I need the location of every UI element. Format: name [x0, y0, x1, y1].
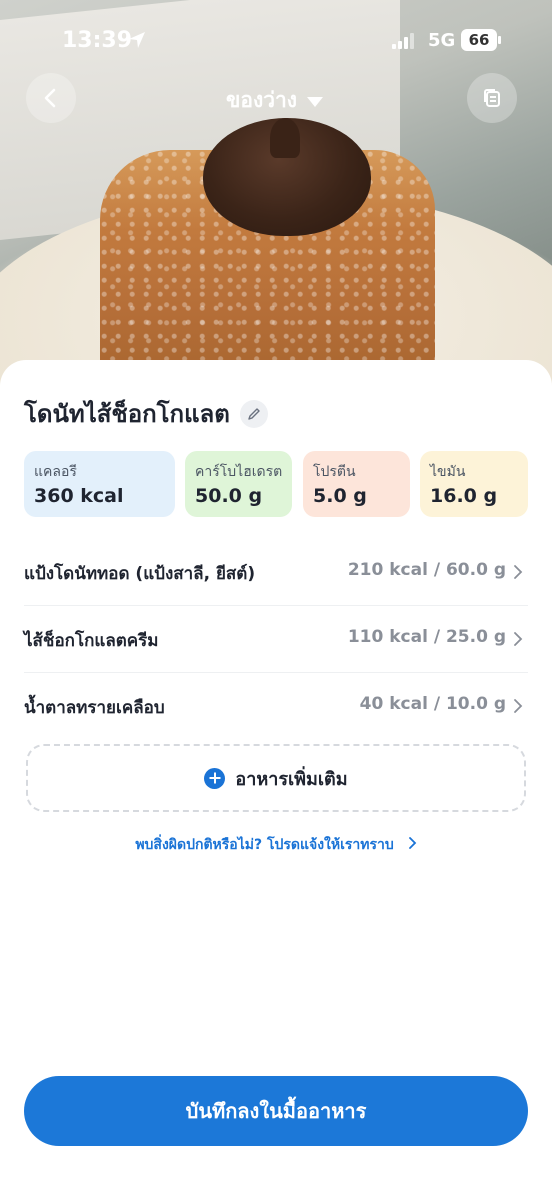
fat-value: 16.0 g — [430, 485, 498, 507]
fat-card: ไขมัน 16.0 g — [420, 451, 528, 517]
calories-card: แคลอรี 360 kcal — [24, 451, 175, 517]
battery-icon: 66 — [461, 29, 497, 51]
back-button[interactable] — [26, 73, 76, 123]
carbs-card: คาร์โบไฮเดรต 50.0 g — [185, 451, 292, 517]
battery-tip — [498, 36, 501, 44]
ingredient-name: แป้งโดนัททอด (แป้งสาลี, ยีสต์) — [24, 564, 256, 584]
copy-button[interactable] — [467, 73, 517, 123]
edit-title-button[interactable] — [239, 399, 268, 428]
signal-bars-icon — [392, 33, 414, 49]
ingredient-amount: 210 kcal / 60.0 g — [347, 560, 506, 580]
report-issue-link[interactable]: พบสิ่งผิดปกติหรือไม่? โปรดแจ้งให้เราทราบ — [0, 834, 552, 856]
calories-label: แคลอรี — [34, 464, 77, 480]
ingredient-amount: 40 kcal / 10.0 g — [359, 694, 506, 714]
save-to-meal-button[interactable]: บันทึกลงในมื้ออาหาร — [24, 1076, 528, 1146]
carbs-value: 50.0 g — [195, 485, 263, 507]
ingredient-name: น้ำตาลทรายเคลือบ — [24, 698, 165, 718]
add-more-label: อาหารเพิ่มเติม — [235, 768, 348, 790]
protein-label: โปรตีน — [313, 464, 356, 480]
chevron-right-icon — [514, 632, 523, 646]
pencil-icon — [248, 407, 260, 420]
photo-chocolate-tip — [270, 118, 300, 158]
ingredient-row[interactable]: น้ำตาลทรายเคลือบ 40 kcal / 10.0 g — [24, 672, 528, 739]
status-time: 13:39 — [62, 28, 133, 53]
location-arrow-icon — [129, 32, 145, 48]
carbs-label: คาร์โบไฮเดรต — [195, 464, 283, 480]
fat-label: ไขมัน — [430, 464, 466, 480]
meal-type-label: ของว่าง — [226, 88, 298, 112]
chevron-left-icon — [44, 88, 56, 108]
chevron-right-icon — [514, 699, 523, 713]
food-title: โดนัทไส้ช็อกโกแลต — [24, 400, 230, 428]
protein-card: โปรตีน 5.0 g — [303, 451, 410, 517]
caret-down-icon — [307, 96, 324, 107]
protein-value: 5.0 g — [313, 485, 367, 507]
calories-value: 360 kcal — [34, 485, 124, 507]
copy-icon — [484, 89, 500, 107]
chevron-right-icon — [514, 565, 523, 579]
ingredient-amount: 110 kcal / 25.0 g — [347, 627, 506, 647]
ingredient-name: ไส้ช็อกโกแลตครีม — [24, 631, 159, 651]
chevron-right-icon — [408, 837, 416, 849]
network-type: 5G — [428, 30, 456, 51]
title-row: โดนัทไส้ช็อกโกแลต — [24, 394, 268, 433]
food-detail-sheet: โดนัทไส้ช็อกโกแลต แคลอรี 360 kcal คาร์โบ… — [0, 360, 552, 1199]
report-issue-text: พบสิ่งผิดปกติหรือไม่? โปรดแจ้งให้เราทราบ — [135, 837, 394, 853]
save-button-label: บันทึกลงในมื้ออาหาร — [185, 1099, 367, 1123]
meal-type-dropdown[interactable]: ของว่าง — [226, 84, 324, 117]
ingredient-row[interactable]: แป้งโดนัททอด (แป้งสาลี, ยีสต์) 210 kcal … — [24, 538, 528, 606]
add-more-food-button[interactable]: อาหารเพิ่มเติม — [26, 744, 526, 812]
plus-circle-icon — [204, 767, 226, 789]
ingredient-row[interactable]: ไส้ช็อกโกแลตครีม 110 kcal / 25.0 g — [24, 605, 528, 673]
status-bar: 13:39 5G 66 — [0, 0, 552, 80]
